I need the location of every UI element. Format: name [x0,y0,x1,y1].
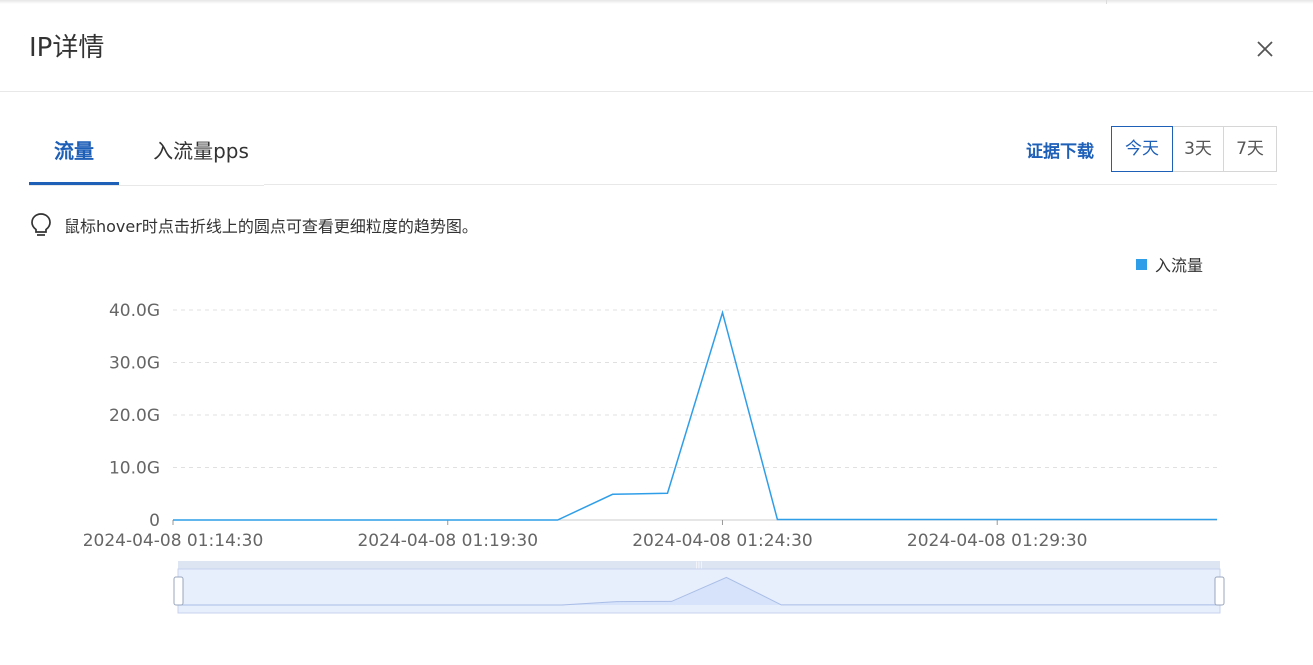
dialog-title: IP详情 [29,33,105,63]
series-line-inbound[interactable] [173,309,1217,521]
y-tick-label: 40.0G [109,301,160,321]
zoom-slider-track[interactable] [178,561,1220,569]
y-tick-label: 20.0G [109,406,160,426]
x-tick-label: 2024-04-08 01:24:30 [632,531,813,551]
legend-label[interactable]: 入流量 [1155,256,1203,275]
dialog-header: IP详情 [0,4,1313,92]
tip: 鼠标hover时点击折线上的圆点可查看更细粒度的趋势图。 [30,211,478,239]
tab-traffic[interactable]: 流量 [29,120,119,185]
zoom-handle-left[interactable] [173,576,184,606]
zoom-handle-right[interactable] [1214,576,1225,606]
range-7d-button[interactable]: 7天 [1224,126,1277,172]
evidence-download-link[interactable]: 证据下载 [1026,139,1094,165]
tab-bar: 流量 入流量pps [29,120,264,186]
legend-swatch [1136,259,1147,270]
y-tick-label: 30.0G [109,354,160,374]
close-button[interactable] [1252,36,1278,62]
range-3d-button[interactable]: 3天 [1173,126,1224,172]
tip-text: 鼠标hover时点击折线上的圆点可查看更细粒度的趋势图。 [64,217,478,236]
range-today-button[interactable]: 今天 [1111,126,1173,172]
y-tick-label: 10.0G [109,459,160,479]
zoom-slider[interactable]: ||| [173,561,1225,614]
zoom-grip-icon[interactable]: ||| [695,561,702,569]
zoom-mini-line [178,576,1220,606]
x-tick-label: 2024-04-08 01:29:30 [907,531,1088,551]
time-range-selector: 今天 3天 7天 [1111,126,1277,172]
close-icon [1257,41,1273,57]
x-tick-label: 2024-04-08 01:14:30 [83,531,264,551]
zoom-slider-window[interactable] [177,568,1221,614]
lightbulb-icon [31,213,51,236]
zoom-mini-area [178,577,1220,605]
y-tick-label: 0 [149,511,160,531]
x-tick-label: 2024-04-08 01:19:30 [357,531,538,551]
tab-divider [264,184,1277,185]
tab-inbound-pps[interactable]: 入流量pps [141,120,261,182]
traffic-chart: 0 10.0G 20.0G 30.0G 40.0G 2024-04-08 01:14:3… [83,256,1225,614]
